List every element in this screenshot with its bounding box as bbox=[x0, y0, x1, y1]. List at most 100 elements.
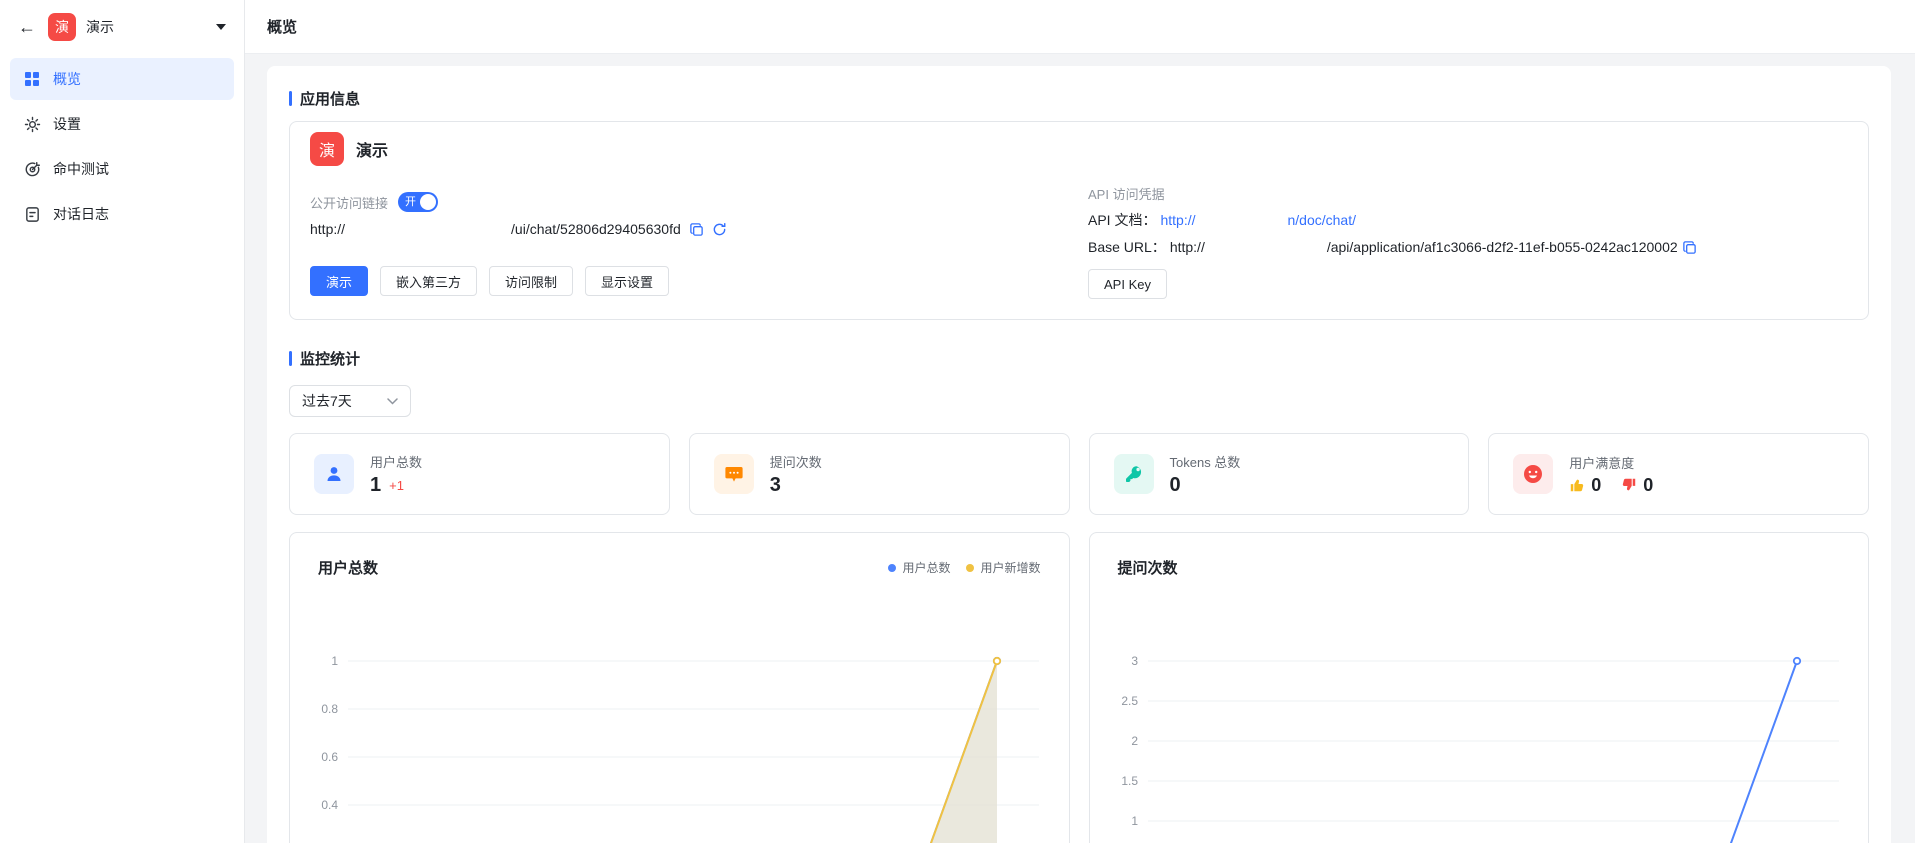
target-icon bbox=[24, 161, 41, 178]
stat-delta: +1 bbox=[389, 478, 404, 493]
legend-item[interactable]: 用户总数 bbox=[888, 559, 950, 576]
app-action-buttons: 演示 嵌入第三方 访问限制 显示设置 bbox=[310, 266, 1088, 296]
embed-third-party-button[interactable]: 嵌入第三方 bbox=[380, 266, 477, 296]
svg-text:3: 3 bbox=[1131, 654, 1138, 668]
chevron-down-icon bbox=[387, 398, 398, 405]
charts-row: 用户总数 用户总数 用户新增数 bbox=[289, 532, 1869, 843]
chart-legend: 用户总数 用户新增数 bbox=[888, 559, 1040, 576]
public-url-path: /ui/chat/52806d29405630fd bbox=[511, 221, 681, 237]
app-info-card: 演 演示 公开访问链接 开 bbox=[289, 121, 1869, 320]
content-panel: 应用信息 演 演示 公开访问链接 开 bbox=[267, 66, 1891, 843]
refresh-icon[interactable] bbox=[712, 222, 727, 237]
stat-card-total-users: 用户总数 1 +1 bbox=[289, 433, 670, 515]
stat-label: 提问次数 bbox=[770, 452, 822, 471]
legend-item[interactable]: 用户新增数 bbox=[966, 559, 1040, 576]
base-url-path: /api/application/af1c3066-d2f2-11ef-b055… bbox=[1327, 239, 1678, 255]
stat-value: 1 bbox=[370, 474, 381, 497]
line-chart: 00.20.40.60.81 bbox=[290, 556, 1069, 843]
legend-dot bbox=[888, 564, 896, 572]
svg-text:1: 1 bbox=[331, 654, 338, 668]
svg-text:2: 2 bbox=[1131, 734, 1138, 748]
app-info-section-title: 应用信息 bbox=[289, 88, 1869, 109]
app-name: 演示 bbox=[86, 17, 216, 37]
chat-bubble-icon bbox=[714, 454, 754, 494]
toggle-state-text: 开 bbox=[405, 195, 416, 209]
display-settings-button[interactable]: 显示设置 bbox=[585, 266, 669, 296]
toggle-knob bbox=[420, 194, 436, 210]
access-restriction-button[interactable]: 访问限制 bbox=[489, 266, 573, 296]
thumb-down-icon bbox=[1621, 477, 1637, 493]
stat-value: 3 bbox=[770, 474, 781, 497]
public-link-label: 公开访问链接 bbox=[310, 193, 388, 212]
api-key-button[interactable]: API Key bbox=[1088, 269, 1167, 299]
public-link-toggle[interactable]: 开 bbox=[398, 192, 438, 212]
stat-value: 0 bbox=[1170, 474, 1181, 497]
svg-text:2.5: 2.5 bbox=[1121, 694, 1138, 708]
api-doc-link-path[interactable]: n/doc/chat/ bbox=[1288, 212, 1357, 228]
chart-card-questions: 提问次数 00.511.522.53 bbox=[1089, 532, 1870, 843]
key-icon bbox=[1114, 454, 1154, 494]
line-chart: 00.511.522.53 bbox=[1090, 556, 1869, 843]
thumb-down-count: 0 bbox=[1643, 475, 1653, 496]
chart-title: 用户总数 bbox=[318, 557, 378, 578]
api-credentials-column: API 访问凭据 API 文档： http:// n/doc/chat/ Base… bbox=[1088, 166, 1848, 299]
section-accent-bar bbox=[289, 91, 292, 106]
api-credentials-label: API 访问凭据 bbox=[1088, 184, 1165, 203]
stat-card-satisfaction: 用户满意度 0 0 bbox=[1488, 433, 1869, 515]
api-doc-label: API 文档： bbox=[1088, 210, 1156, 230]
sidebar-item-settings[interactable]: 设置 bbox=[10, 103, 234, 145]
svg-text:1.5: 1.5 bbox=[1121, 774, 1138, 788]
topbar: 概览 bbox=[245, 0, 1915, 54]
legend-label: 用户总数 bbox=[902, 559, 950, 576]
time-range-select[interactable]: 过去7天 bbox=[289, 385, 411, 417]
time-range-value: 过去7天 bbox=[302, 391, 352, 411]
copy-icon[interactable] bbox=[689, 222, 704, 237]
demo-button[interactable]: 演示 bbox=[310, 266, 368, 296]
app-card-title: 演示 bbox=[356, 137, 388, 161]
sidebar-item-overview[interactable]: 概览 bbox=[10, 58, 234, 100]
section-accent-bar bbox=[289, 351, 292, 366]
content: 应用信息 演 演示 公开访问链接 开 bbox=[245, 54, 1915, 843]
stat-label: 用户总数 bbox=[370, 452, 422, 471]
svg-text:0.4: 0.4 bbox=[321, 798, 338, 812]
sidebar-header: ← 演 演示 bbox=[0, 0, 244, 54]
gear-icon bbox=[24, 116, 41, 133]
svg-text:0.8: 0.8 bbox=[321, 702, 338, 716]
chart-title: 提问次数 bbox=[1118, 557, 1178, 578]
stat-card-tokens: Tokens 总数 0 bbox=[1089, 433, 1470, 515]
section-title-text: 监控统计 bbox=[300, 348, 360, 369]
legend-dot bbox=[966, 564, 974, 572]
stat-label: Tokens 总数 bbox=[1170, 452, 1241, 471]
base-url-row: Base URL： http:///api/application/af1c30… bbox=[1088, 237, 1848, 257]
public-url-row: http:// /ui/chat/52806d29405630fd bbox=[310, 221, 1088, 237]
legend-label: 用户新增数 bbox=[980, 559, 1040, 576]
user-icon bbox=[314, 454, 354, 494]
public-url-prefix: http:// bbox=[310, 221, 345, 237]
sidebar-item-hit-test[interactable]: 命中测试 bbox=[10, 148, 234, 190]
smiley-icon bbox=[1513, 454, 1553, 494]
sidebar-item-label: 命中测试 bbox=[53, 159, 109, 179]
monitor-section-title: 监控统计 bbox=[289, 348, 1869, 369]
copy-icon[interactable] bbox=[1682, 240, 1697, 255]
back-arrow-icon[interactable]: ← bbox=[18, 18, 36, 36]
page-title: 概览 bbox=[267, 16, 297, 37]
stat-label: 用户满意度 bbox=[1569, 453, 1653, 472]
stats-row: 用户总数 1 +1 提问次数 3 bbox=[289, 433, 1869, 515]
chevron-down-icon[interactable] bbox=[216, 24, 226, 30]
app-avatar: 演 bbox=[48, 13, 76, 41]
sidebar-item-chat-logs[interactable]: 对话日志 bbox=[10, 193, 234, 235]
sidebar-item-label: 设置 bbox=[53, 114, 81, 134]
svg-text:0.6: 0.6 bbox=[321, 750, 338, 764]
api-doc-row: API 文档： http:// n/doc/chat/ bbox=[1088, 210, 1848, 230]
svg-text:1: 1 bbox=[1131, 814, 1138, 828]
grid-icon bbox=[24, 71, 41, 87]
sidebar-menu: 概览 设置 命中测试 bbox=[0, 54, 244, 242]
api-doc-link[interactable]: http:// bbox=[1160, 212, 1195, 228]
document-icon bbox=[24, 206, 41, 223]
thumb-up-icon bbox=[1569, 477, 1585, 493]
sidebar: ← 演 演示 概览 设置 bbox=[0, 0, 245, 843]
chart-card-total-users: 用户总数 用户总数 用户新增数 bbox=[289, 532, 1070, 843]
section-title-text: 应用信息 bbox=[300, 88, 360, 109]
stat-card-questions: 提问次数 3 bbox=[689, 433, 1070, 515]
thumb-up-count: 0 bbox=[1591, 475, 1601, 496]
